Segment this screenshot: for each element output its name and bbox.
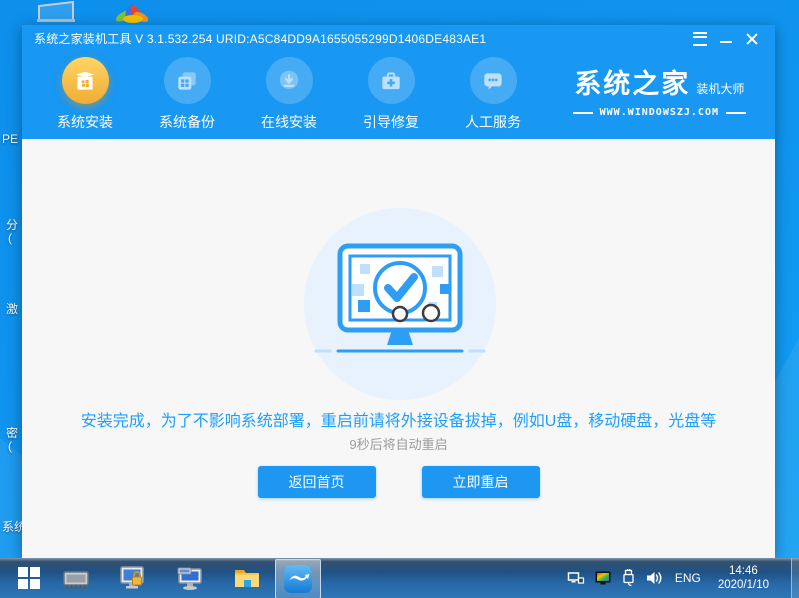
clock-time: 14:46 bbox=[729, 565, 758, 577]
nav-label: 人工服务 bbox=[465, 114, 521, 130]
taskbar-apps bbox=[47, 558, 321, 598]
brand-subtitle: 装机大师 bbox=[696, 82, 745, 96]
support-service-icon bbox=[469, 57, 517, 104]
install-complete-illustration bbox=[304, 208, 496, 400]
titlebar[interactable]: 系统之家装机工具 V 3.1.532.254 URID:A5C84DD9A165… bbox=[22, 25, 775, 52]
brand-website: WWW.WINDOWSZJ.COM bbox=[599, 107, 719, 118]
system-tray: ENG 14:46 2020/1/10 bbox=[567, 558, 769, 598]
back-home-button[interactable]: 返回首页 bbox=[257, 466, 376, 498]
app-window: 系统之家装机工具 V 3.1.532.254 URID:A5C84DD9A165… bbox=[22, 25, 775, 558]
nav-item-system-install[interactable]: 系统安装 bbox=[37, 52, 133, 132]
desktop-label-fragment[interactable]: PE bbox=[2, 132, 18, 146]
menu-icon[interactable] bbox=[687, 25, 713, 52]
close-icon[interactable] bbox=[739, 25, 765, 52]
dash-line bbox=[726, 111, 746, 114]
display-lock-app-icon[interactable] bbox=[104, 558, 161, 598]
nav-item-support-service[interactable]: 人工服务 bbox=[445, 52, 541, 132]
nav-label: 系统备份 bbox=[159, 114, 215, 130]
display-color-icon[interactable] bbox=[594, 569, 612, 587]
install-complete-message: 安装完成，为了不影响系统部署，重启前请将外接设备拔掉，例如U盘，移动硬盘，光盘等 bbox=[80, 413, 717, 430]
nav-label: 在线安装 bbox=[261, 114, 317, 130]
usb-icon[interactable] bbox=[621, 569, 636, 587]
window-title: 系统之家装机工具 V 3.1.532.254 URID:A5C84DD9A165… bbox=[34, 32, 487, 46]
dash-line bbox=[572, 111, 593, 114]
action-buttons: 返回首页 立即重启 bbox=[22, 466, 775, 498]
restart-now-button[interactable]: 立即重启 bbox=[421, 466, 540, 498]
main-content: 安装完成，为了不影响系统部署，重启前请将外接设备拔掉，例如U盘，移动硬盘，光盘等… bbox=[22, 139, 775, 558]
restart-countdown: 9秒后将自动重启 bbox=[349, 437, 448, 452]
system-backup-icon bbox=[163, 57, 211, 104]
online-install-icon bbox=[265, 57, 313, 104]
nav-item-online-install[interactable]: 在线安装 bbox=[241, 52, 337, 132]
windows-logo-icon bbox=[18, 567, 40, 589]
desktop-label-fragment[interactable]: 激 bbox=[6, 300, 18, 317]
nav-bar: 系统安装 系统备份 在线安装 引导修复 人工服务 bbox=[37, 52, 547, 132]
nav-label: 引导修复 bbox=[363, 114, 419, 130]
network-icon[interactable] bbox=[567, 569, 585, 587]
computer-keyboard-app-icon[interactable] bbox=[161, 558, 218, 598]
nav-item-system-backup[interactable]: 系统备份 bbox=[139, 52, 235, 132]
desktop-screen: PE 分 ( 激 密 ( 系统 系统之家装机工具 V 3.1.532.254 U… bbox=[0, 0, 799, 598]
nav-item-boot-repair[interactable]: 引导修复 bbox=[343, 52, 439, 132]
show-desktop-button[interactable] bbox=[791, 558, 799, 598]
brand-name: 系统之家 bbox=[574, 69, 691, 99]
boot-repair-icon bbox=[367, 57, 415, 104]
file-explorer-icon[interactable] bbox=[218, 558, 275, 598]
system-install-icon bbox=[61, 57, 109, 104]
taskbar: ENG 14:46 2020/1/10 bbox=[0, 558, 799, 598]
desktop-label-fragment[interactable]: ( bbox=[8, 231, 12, 245]
memory-chip-app-icon[interactable] bbox=[47, 558, 104, 598]
window-header: 系统之家装机工具 V 3.1.532.254 URID:A5C84DD9A165… bbox=[22, 25, 775, 139]
minimize-icon[interactable] bbox=[713, 25, 739, 52]
desktop-label-fragment[interactable]: ( bbox=[8, 439, 12, 453]
brand-logo: 系统之家 装机大师 WWW.WINDOWSZJ.COM bbox=[566, 62, 753, 118]
installer-app-taskbar-icon[interactable] bbox=[275, 558, 321, 598]
clock-date: 2020/1/10 bbox=[717, 579, 769, 591]
window-controls bbox=[687, 25, 765, 52]
language-indicator[interactable]: ENG bbox=[675, 571, 701, 585]
nav-label: 系统安装 bbox=[57, 114, 113, 130]
taskbar-clock[interactable]: 14:46 2020/1/10 bbox=[718, 564, 769, 592]
volume-icon[interactable] bbox=[645, 569, 663, 587]
